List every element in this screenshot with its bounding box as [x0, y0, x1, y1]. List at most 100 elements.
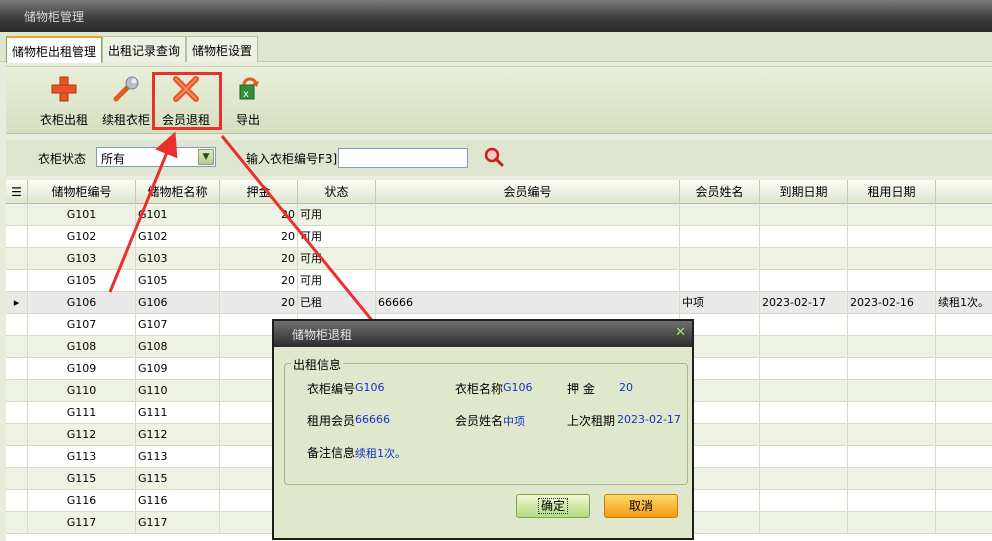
cell-note [936, 490, 992, 512]
tab-rent-records[interactable]: 出租记录查询 [102, 36, 187, 62]
cell-due-date [760, 358, 848, 380]
cell-deposit: 20 [220, 204, 298, 226]
confirm-button[interactable]: 确定 [516, 494, 590, 518]
row-indicator [6, 446, 28, 468]
export-label: 导出 [235, 113, 260, 127]
cell-locker-no: G116 [28, 490, 136, 512]
cell-locker-no: G103 [28, 248, 136, 270]
cell-locker-no: G112 [28, 424, 136, 446]
cell-status: 可用 [298, 270, 376, 292]
col-member-name[interactable]: 会员姓名 [680, 180, 760, 204]
cell-deposit: 20 [220, 226, 298, 248]
cell-deposit: 20 [220, 270, 298, 292]
table-row[interactable]: G103 G103 20 可用 [6, 248, 992, 270]
rent-info-legend: 出租信息 [291, 356, 344, 373]
row-indicator [6, 336, 28, 358]
row-indicator [6, 314, 28, 336]
table-row[interactable]: G102 G102 20 可用 [6, 226, 992, 248]
cell-locker-name: G112 [136, 424, 220, 446]
tab-locker-rent[interactable]: 储物柜出租管理 [6, 36, 103, 63]
cell-rent-date [848, 358, 936, 380]
cell-locker-name: G110 [136, 380, 220, 402]
rent-locker-button[interactable]: 衣柜出租 [36, 75, 92, 131]
cell-rent-date [848, 226, 936, 248]
row-indicator: ▸ [6, 292, 28, 314]
cell-member-name [680, 270, 760, 292]
last-rent-value: 2023-02-17 [617, 413, 681, 426]
cell-locker-no: G117 [28, 512, 136, 534]
cell-note: 续租1次。 [938, 296, 989, 309]
deposit-label: 押 金 [567, 382, 595, 396]
row-indicator [6, 248, 28, 270]
cell-member-no [376, 226, 680, 248]
col-locker-name[interactable]: 储物柜名称 [136, 180, 220, 204]
cell-due-date [760, 204, 848, 226]
cell-note [936, 468, 992, 490]
export-icon: x [239, 77, 259, 100]
cell-locker-name: G116 [136, 490, 220, 512]
cell-note [936, 204, 992, 226]
locker-number-input[interactable] [338, 148, 468, 168]
tab-locker-settings[interactable]: 储物柜设置 [186, 36, 259, 62]
cell-locker-name: G117 [136, 512, 220, 534]
col-deposit[interactable]: 押金 [220, 180, 298, 204]
member-name-label: 会员姓名 [455, 414, 504, 428]
cell-due-date [760, 446, 848, 468]
cell-rent-date [848, 402, 936, 424]
cell-locker-no: G105 [28, 270, 136, 292]
cell-due-date [760, 490, 848, 512]
cell-locker-name: G111 [136, 402, 220, 424]
cell-due-date: 2023-02-17 [760, 292, 848, 314]
cell-note [936, 402, 992, 424]
cell-due-date [760, 226, 848, 248]
cell-member-name [680, 226, 760, 248]
renew-locker-label: 续租衣柜 [101, 113, 150, 127]
chevron-down-icon[interactable]: ▼ [198, 149, 214, 165]
cell-status: 已租 [298, 292, 376, 314]
cell-status: 可用 [298, 204, 376, 226]
rent-locker-label: 衣柜出租 [39, 113, 88, 127]
cell-locker-no: G102 [28, 226, 136, 248]
cell-rent-date: 2023-02-16 [848, 292, 936, 314]
renew-locker-button[interactable]: 续租衣柜 [98, 75, 154, 131]
plus-icon [51, 76, 77, 102]
row-indicator [6, 270, 28, 292]
cell-rent-date [848, 512, 936, 534]
status-select[interactable]: 所有 ▼ [96, 147, 216, 167]
cell-locker-no: G101 [28, 204, 136, 226]
window-title: 储物柜管理 [24, 10, 85, 24]
row-indicator [6, 226, 28, 248]
cell-rent-date [848, 314, 936, 336]
col-member-no[interactable]: 会员编号 [376, 180, 680, 204]
table-row[interactable]: G101 G101 20 可用 [6, 204, 992, 226]
row-indicator [6, 512, 28, 534]
col-rent-date[interactable]: 租用日期 [848, 180, 936, 204]
cell-member-no [376, 204, 680, 226]
status-select-value: 所有 [101, 152, 126, 166]
export-button[interactable]: x 导出 [220, 75, 276, 131]
col-note [936, 180, 992, 204]
last-rent-label: 上次租期 [567, 414, 616, 428]
table-row[interactable]: ▸ G106 G106 20 已租 66666 中项 2023-02-17 2023-02-16… [6, 292, 992, 314]
cell-note [936, 314, 992, 336]
cell-rent-date [848, 380, 936, 402]
cell-due-date [760, 468, 848, 490]
wrench-icon [113, 76, 139, 102]
status-filter-label: 衣柜状态 [38, 152, 87, 166]
col-locker-no[interactable]: 储物柜编号 [28, 180, 136, 204]
cancel-button[interactable]: 取消 [604, 494, 678, 518]
dialog-title-bar: 储物柜退租 ✕ [274, 321, 692, 347]
svg-text:x: x [243, 89, 249, 100]
col-status[interactable]: 状态 [298, 180, 376, 204]
cell-note [936, 380, 992, 402]
table-row[interactable]: G105 G105 20 可用 [6, 270, 992, 292]
cell-member-name [680, 248, 760, 270]
col-due-date[interactable]: 到期日期 [760, 180, 848, 204]
locker-name-label: 衣柜名称 [455, 382, 504, 396]
row-menu-icon[interactable]: ☰ [6, 180, 28, 204]
row-indicator [6, 380, 28, 402]
search-icon[interactable] [484, 147, 504, 167]
annotation-highlight-box [152, 72, 222, 130]
locker-number-label: 输入衣柜编号F3] [246, 152, 338, 166]
close-icon[interactable]: ✕ [675, 325, 686, 340]
